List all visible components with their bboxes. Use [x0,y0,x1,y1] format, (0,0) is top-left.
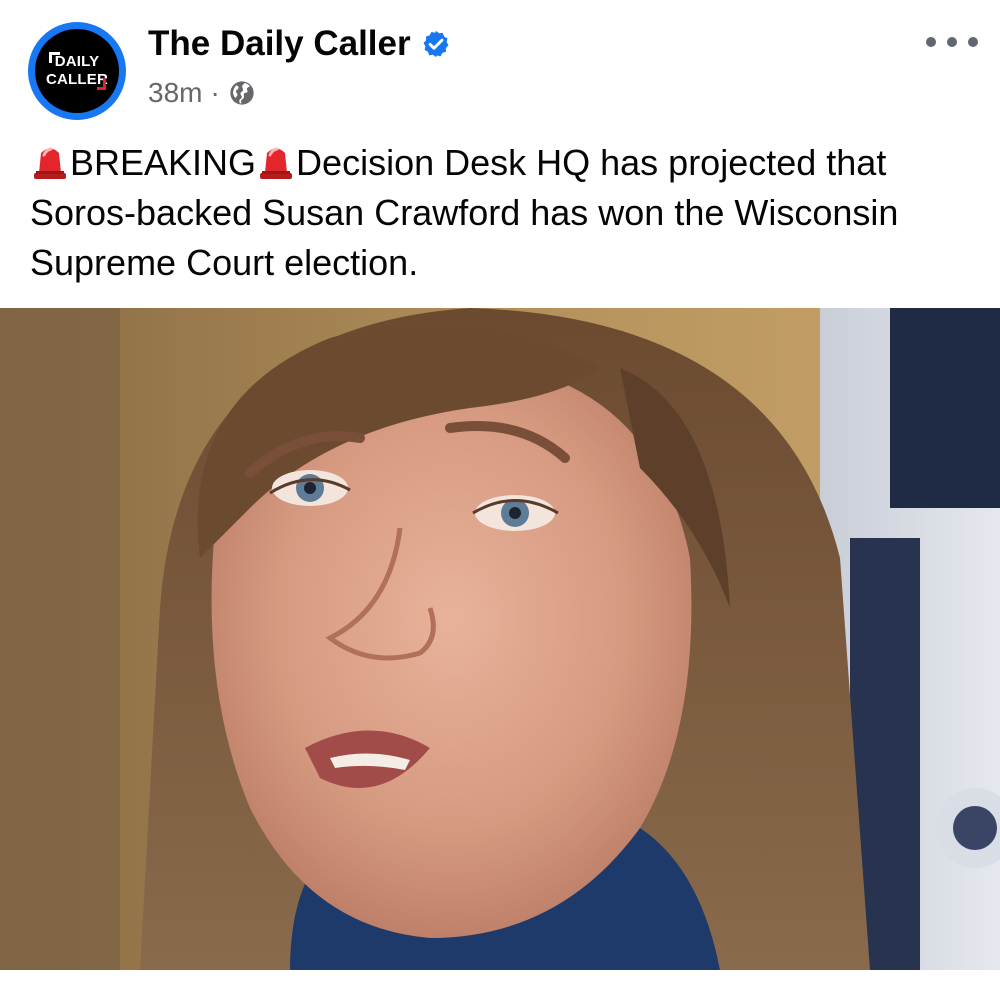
siren-icon [34,147,66,179]
more-horizontal-icon-dot [947,37,957,47]
post-photo[interactable] [0,308,1000,970]
page-name[interactable]: The Daily Caller [148,22,411,66]
post-timestamp[interactable]: 38m [148,75,202,111]
more-options-button[interactable] [926,28,978,56]
logo-text-line1: DAILY [54,53,100,70]
breaking-label: BREAKING [70,142,257,183]
more-horizontal-icon-dot [926,37,936,47]
post-text: BREAKING Decision Desk HQ has projected … [30,138,980,288]
page-name-link[interactable]: The Daily Caller [148,22,451,66]
post-meta: 38m · [148,75,256,111]
globe-icon[interactable] [228,79,256,107]
logo-mark-bottom-right [97,78,106,90]
portrait-photo-illustration [0,308,1000,970]
page-avatar[interactable]: DAILY CALLER [28,22,126,120]
daily-caller-logo: DAILY CALLER [35,29,119,113]
more-horizontal-icon-dot [968,37,978,47]
logo-mark-top-left [49,52,60,63]
post-header: DAILY CALLER The Daily Caller 38m · [0,0,1000,130]
siren-icon [260,147,293,179]
meta-separator: · [210,77,220,108]
verified-badge-icon [423,30,449,58]
